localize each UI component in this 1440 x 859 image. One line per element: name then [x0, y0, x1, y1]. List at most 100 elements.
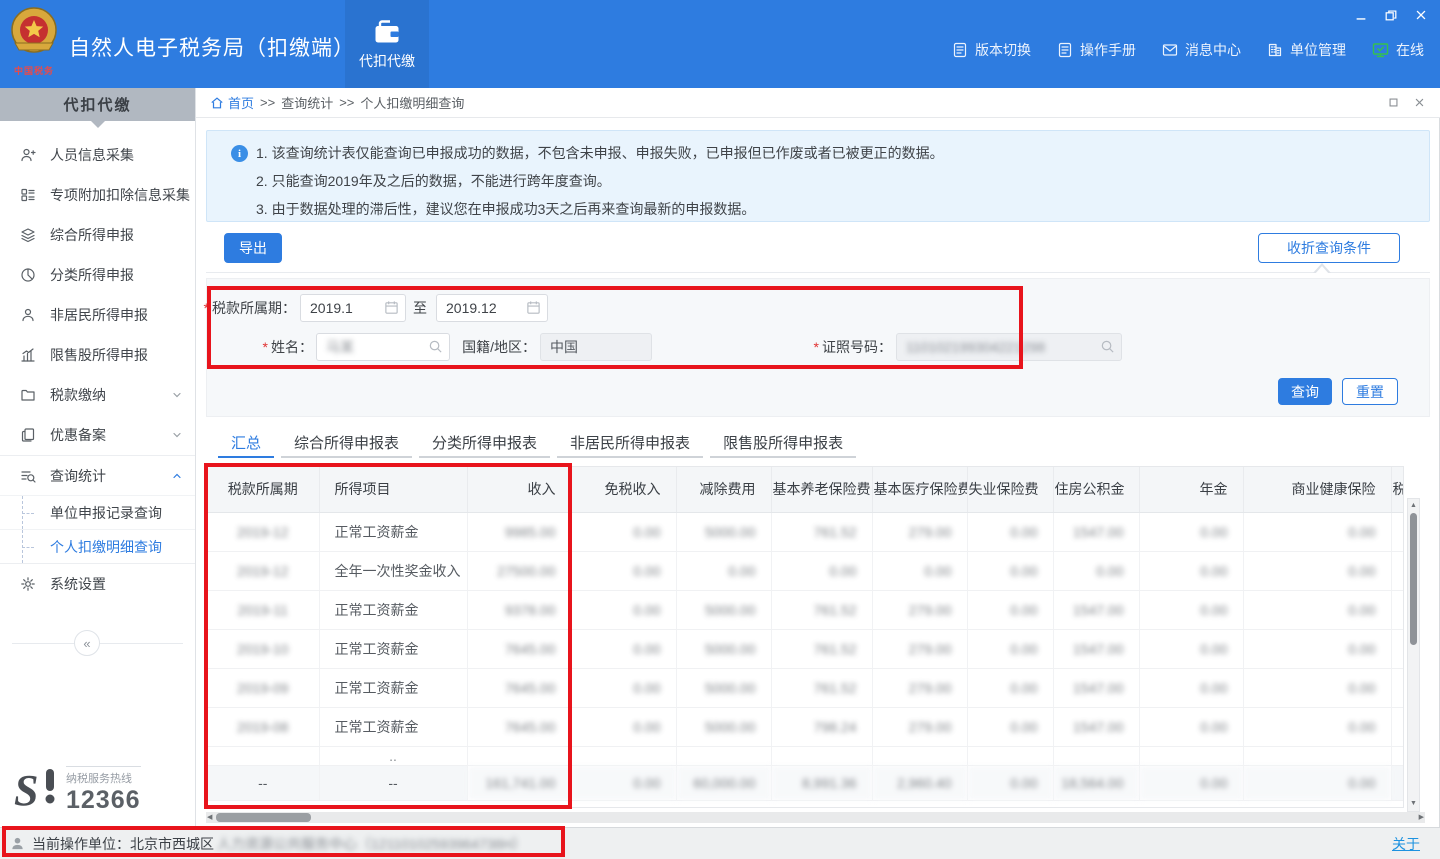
- page-tab-controls: [1386, 96, 1426, 110]
- cell: 5000.00: [676, 629, 771, 668]
- cell: 761.52: [771, 512, 872, 551]
- cell: 0.00: [967, 512, 1053, 551]
- page-maximize-icon[interactable]: [1386, 96, 1400, 110]
- header-menu-item[interactable]: 单位管理: [1267, 40, 1346, 60]
- search-icon: [428, 339, 443, 357]
- tab-active[interactable]: 汇总: [218, 428, 274, 458]
- tab-item[interactable]: 限售股所得申报表: [710, 428, 856, 458]
- mail-icon: [1162, 42, 1178, 58]
- window-controls: [1352, 6, 1430, 24]
- sidebar-item[interactable]: 非居民所得申报: [0, 295, 195, 335]
- name-input[interactable]: 马某: [316, 333, 450, 361]
- cell: 0.00: [1243, 668, 1391, 707]
- total-cell: 0.00: [1243, 765, 1391, 800]
- column-header: 所得项目: [319, 467, 467, 512]
- about-link[interactable]: 关于: [1392, 834, 1420, 854]
- cell: 279.00: [872, 707, 967, 746]
- export-button[interactable]: 导出: [224, 233, 282, 263]
- period-from-input[interactable]: 2019.1: [300, 294, 406, 322]
- page-close-icon[interactable]: [1412, 96, 1426, 110]
- sidebar-subitem[interactable]: 个人扣缴明细查询: [0, 529, 195, 563]
- cell: 279.00: [872, 629, 967, 668]
- scroll-down-icon[interactable]: ▼: [1408, 798, 1419, 810]
- total-cell: 0.00: [967, 765, 1053, 800]
- table-row: 2019-12全年一次性奖金收入27500.000.000.000.000.00…: [207, 551, 1404, 590]
- vertical-scrollbar-thumb[interactable]: [1410, 513, 1417, 645]
- restore-icon[interactable]: [1382, 6, 1400, 24]
- notice-line-3: 3. 由于数据处理的滞后性，建议您在申报成功3天之后再来查询最新的申报数据。: [256, 197, 755, 221]
- layers-icon: [20, 227, 36, 243]
- collapse-filters-button[interactable]: 收折查询条件: [1258, 233, 1400, 263]
- gear-icon: [20, 576, 36, 592]
- period-to-input[interactable]: 2019.12: [436, 294, 548, 322]
- breadcrumb-separator: >>: [260, 95, 275, 110]
- cell: 1547.00: [1053, 512, 1139, 551]
- column-header: 商业健康保险: [1243, 467, 1391, 512]
- calendar-icon: [384, 300, 399, 318]
- column-header: 基本医疗保险费: [872, 467, 967, 512]
- header-menu-label: 操作手册: [1080, 40, 1136, 60]
- cell: [1391, 590, 1404, 629]
- header-menu-item[interactable]: 消息中心: [1162, 40, 1241, 60]
- sidebar-item[interactable]: 优惠备案: [0, 415, 195, 455]
- header-menu-item[interactable]: 版本切换: [952, 40, 1031, 60]
- table-row-ellipsis: ..: [207, 746, 1404, 765]
- sidebar-item[interactable]: 专项附加扣除信息采集: [0, 175, 195, 215]
- cell: 27500.00: [467, 551, 571, 590]
- tab-item[interactable]: 分类所得申报表: [419, 428, 550, 458]
- cell: [1053, 746, 1139, 765]
- sidebar-item[interactable]: 分类所得申报: [0, 255, 195, 295]
- sidebar-item-label: 系统设置: [50, 574, 183, 594]
- cell: 279.00: [872, 512, 967, 551]
- sidebar-item-label: 限售股所得申报: [50, 345, 183, 365]
- total-cell: 18,564.00: [1053, 765, 1139, 800]
- cell: 0.00: [967, 551, 1053, 590]
- header-menu-item[interactable]: 在线: [1372, 40, 1424, 60]
- sidebar-item[interactable]: 查询统计: [0, 455, 195, 495]
- tab-item[interactable]: 综合所得申报表: [281, 428, 412, 458]
- chevron-up-icon: [171, 470, 183, 482]
- search-button[interactable]: 查询: [1278, 378, 1332, 405]
- result-tabs: 汇总综合所得申报表分类所得申报表非居民所得申报表限售股所得申报表: [218, 428, 856, 460]
- scroll-up-icon[interactable]: ▲: [1408, 500, 1419, 512]
- minimize-icon[interactable]: [1352, 6, 1370, 24]
- sidebar-collapse-button[interactable]: «: [74, 630, 100, 656]
- cell: 正常工资薪金: [319, 512, 467, 551]
- scroll-right-icon[interactable]: ▶: [1419, 812, 1424, 823]
- column-header: 减除费用: [676, 467, 771, 512]
- sidebar-item-settings[interactable]: 系统设置: [0, 564, 195, 604]
- breadcrumb-separator: >>: [339, 95, 354, 110]
- sidebar-subitem[interactable]: 单位申报记录查询: [0, 495, 195, 529]
- sidebar-item[interactable]: 人员信息采集: [0, 135, 195, 175]
- header-menu-item[interactable]: 操作手册: [1057, 40, 1136, 60]
- home-icon: [210, 96, 224, 110]
- cell: 正常工资薪金: [319, 668, 467, 707]
- module-tab-withholding[interactable]: 代扣代缴: [345, 0, 429, 88]
- total-cell: --: [207, 765, 319, 800]
- horizontal-scrollbar[interactable]: ◀ ▶: [206, 812, 1425, 823]
- close-icon[interactable]: [1412, 6, 1430, 24]
- horizontal-scrollbar-thumb[interactable]: [216, 813, 311, 822]
- current-unit-visible: 北京市西城区: [130, 834, 214, 854]
- cell: [872, 746, 967, 765]
- id-number-input[interactable]: 110102199304221298: [896, 333, 1122, 361]
- cell: [1391, 707, 1404, 746]
- total-cell: 161,741.00: [467, 765, 571, 800]
- breadcrumb-home[interactable]: 首页: [210, 93, 254, 112]
- sidebar-item[interactable]: 综合所得申报: [0, 215, 195, 255]
- sidebar-item[interactable]: 限售股所得申报: [0, 335, 195, 375]
- reset-button[interactable]: 重置: [1342, 378, 1398, 405]
- column-header: 基本养老保险费: [771, 467, 872, 512]
- scroll-left-icon[interactable]: ◀: [207, 812, 212, 823]
- vertical-scrollbar[interactable]: ▲ ▼: [1407, 498, 1420, 812]
- cell: 761.52: [771, 668, 872, 707]
- tab-item[interactable]: 非居民所得申报表: [557, 428, 703, 458]
- column-header: 免税收入: [571, 467, 676, 512]
- cell: 7645.00: [467, 707, 571, 746]
- app-title: 自然人电子税务局（扣缴端）: [69, 32, 355, 62]
- column-header: 收入: [467, 467, 571, 512]
- header-menu-label: 消息中心: [1185, 40, 1241, 60]
- sidebar-item[interactable]: 税款缴纳: [0, 375, 195, 415]
- chevron-down-icon: [171, 389, 183, 401]
- total-cell: 0.00: [1139, 765, 1243, 800]
